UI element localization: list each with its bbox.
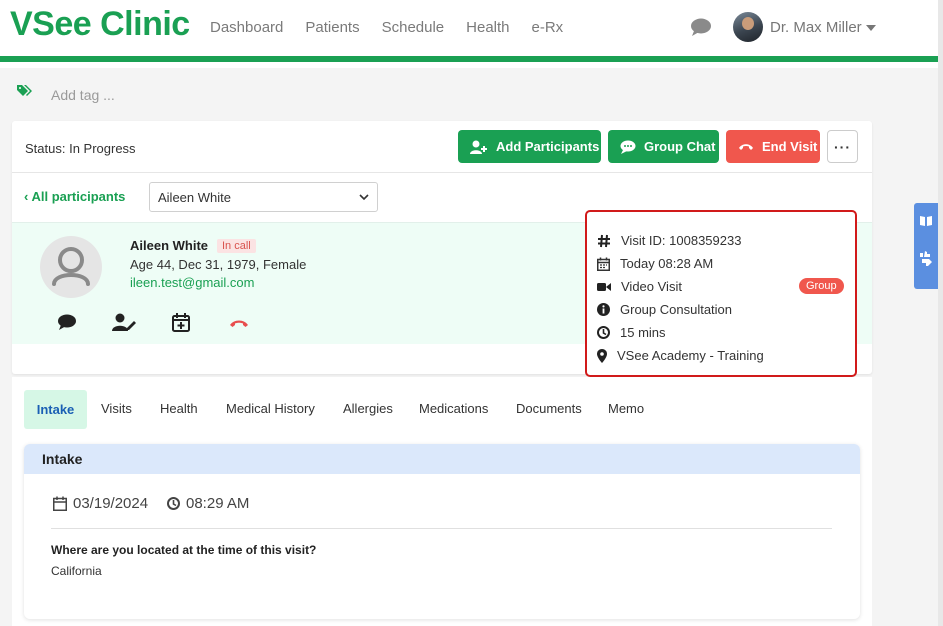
side-feedback-widget[interactable] (914, 203, 938, 289)
tab-documents[interactable]: Documents (516, 401, 582, 416)
tab-medications[interactable]: Medications (419, 401, 488, 416)
nav-erx[interactable]: e-Rx (532, 19, 564, 36)
visit-time-row: Today 08:28 AM (597, 256, 713, 271)
intake-time: 08:29 AM (167, 495, 249, 512)
tab-visits[interactable]: Visits (101, 401, 132, 416)
default-user-icon (52, 247, 90, 286)
visit-type: Video Visit (621, 279, 682, 294)
participant-demographics: Age 44, Dec 31, 1979, Female (130, 257, 307, 272)
hang-up-icon[interactable] (229, 318, 249, 328)
add-appointment-icon[interactable] (172, 313, 190, 332)
chat-icon[interactable] (690, 17, 712, 37)
all-participants-label: All participants (31, 189, 126, 204)
tab-memo[interactable]: Memo (608, 401, 644, 416)
user-name[interactable]: Dr. Max Miller (770, 19, 862, 36)
visit-location-row: VSee Academy - Training (597, 348, 764, 363)
participant-email[interactable]: ileen.test@gmail.com (130, 275, 254, 290)
end-visit-button[interactable]: End Visit (726, 130, 820, 163)
more-options-button[interactable]: ··· (827, 130, 858, 163)
group-badge: Group (799, 278, 844, 294)
hang-up-icon (739, 143, 753, 150)
participant-select[interactable]: Aileen White (149, 182, 378, 212)
calendar-icon (53, 496, 67, 511)
visit-time: Today 08:28 AM (620, 256, 714, 271)
all-participants-link[interactable]: ‹ All participants (24, 189, 125, 204)
tab-allergies[interactable]: Allergies (343, 401, 393, 416)
main-nav: Dashboard Patients Schedule Health e-Rx (210, 19, 563, 36)
visit-reason-row: Group Consultation (597, 302, 732, 317)
divider (51, 528, 832, 529)
clock-icon (167, 497, 180, 510)
participant-select-value: Aileen White (158, 189, 231, 205)
group-chat-label: Group Chat (644, 139, 716, 154)
nav-health[interactable]: Health (466, 19, 509, 36)
book-icon (920, 216, 932, 226)
intake-question: Where are you located at the time of thi… (51, 543, 317, 557)
chat-bubble-icon (620, 140, 636, 154)
tab-intake[interactable]: Intake (24, 390, 87, 429)
brand-logo[interactable]: VSee Clinic (10, 5, 190, 44)
visit-duration-row: 15 mins (597, 325, 666, 340)
tab-medical-history[interactable]: Medical History (226, 401, 315, 416)
tab-health[interactable]: Health (160, 401, 198, 416)
nav-dashboard[interactable]: Dashboard (210, 19, 283, 36)
intake-time-value: 08:29 AM (186, 495, 250, 512)
user-avatar[interactable] (733, 12, 763, 42)
nav-patients[interactable]: Patients (305, 19, 359, 36)
intake-title: Intake (42, 451, 83, 467)
tags-icon (17, 85, 32, 96)
thumbs-icon (920, 251, 932, 266)
visit-reason: Group Consultation (620, 302, 733, 317)
add-user-icon (470, 140, 487, 154)
in-call-badge: In call (217, 239, 256, 253)
group-chat-button[interactable]: Group Chat (608, 130, 719, 163)
divider (12, 172, 872, 173)
intake-card-header (24, 444, 860, 474)
visit-id: Visit ID: 1008359233 (621, 233, 742, 248)
calendar-icon (597, 257, 610, 271)
nav-schedule[interactable]: Schedule (382, 19, 445, 36)
participant-avatar (40, 236, 102, 298)
visit-type-row: Video Visit (597, 279, 682, 294)
clock-icon (597, 326, 610, 339)
chevron-down-icon (359, 194, 369, 201)
visit-location: VSee Academy - Training (617, 348, 764, 363)
add-tag-input[interactable]: Add tag ... (51, 87, 115, 103)
participant-name: Aileen White (130, 238, 209, 253)
edit-user-icon[interactable] (112, 313, 136, 331)
top-navbar: VSee Clinic Dashboard Patients Schedule … (0, 0, 938, 62)
user-menu-caret-icon[interactable] (866, 25, 876, 31)
intake-answer: California (51, 564, 102, 578)
end-visit-label: End Visit (762, 139, 818, 154)
right-gutter (880, 68, 938, 626)
add-participants-button[interactable]: Add Participants (458, 130, 601, 163)
intake-date-value: 03/19/2024 (73, 495, 149, 512)
visit-id-row: Visit ID: 1008359233 (597, 233, 741, 248)
window-scrollbar[interactable] (938, 0, 943, 626)
info-icon (597, 303, 610, 316)
hash-icon (598, 234, 610, 247)
visit-duration: 15 mins (620, 325, 666, 340)
video-camera-icon (597, 282, 611, 291)
visit-status: Status: In Progress (25, 141, 136, 156)
map-marker-icon (597, 348, 607, 363)
add-participants-label: Add Participants (496, 139, 600, 154)
message-icon[interactable] (57, 313, 77, 331)
intake-date: 03/19/2024 (53, 495, 148, 512)
